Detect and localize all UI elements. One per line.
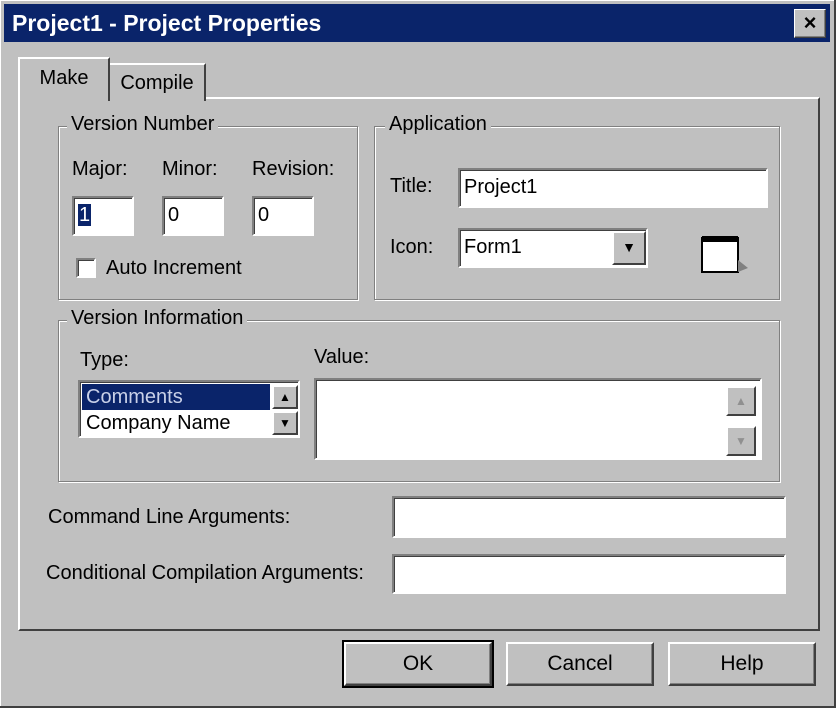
list-item[interactable]: Comments <box>82 384 270 410</box>
app-title-value: Project1 <box>464 176 538 198</box>
help-button-label: Help <box>720 652 764 675</box>
ok-button-label: OK <box>402 652 434 675</box>
version-information-group-title: Version Information <box>67 307 248 330</box>
chevron-down-icon: ▼ <box>622 239 636 255</box>
major-value: 1 <box>78 204 92 226</box>
revision-label: Revision: <box>252 158 335 180</box>
app-title-label: Title: <box>390 175 433 197</box>
tab-make[interactable]: Make <box>18 57 110 101</box>
close-button[interactable]: × <box>794 9 826 38</box>
revision-input[interactable]: 0 <box>252 196 314 236</box>
form-icon <box>701 236 748 273</box>
type-label: Type: <box>80 349 129 371</box>
conditional-compilation-input[interactable] <box>392 554 786 594</box>
value-scroll-up-button[interactable]: ▲ <box>726 386 756 416</box>
value-textarea[interactable]: ▲ ▼ <box>314 378 762 460</box>
revision-value: 0 <box>258 204 270 226</box>
ok-button[interactable]: OK <box>342 640 494 688</box>
window-title: Project1 - Project Properties <box>12 10 322 36</box>
app-title-input[interactable]: Project1 <box>458 168 768 208</box>
application-group-title: Application <box>385 113 491 136</box>
value-scroll-down-button[interactable]: ▼ <box>726 426 756 456</box>
major-label: Major: <box>72 158 128 180</box>
cancel-button-label: Cancel <box>547 652 613 675</box>
command-line-input[interactable] <box>392 496 786 538</box>
type-scroll-up-button[interactable]: ▲ <box>272 385 298 409</box>
icon-dropdown-button[interactable]: ▼ <box>612 231 646 265</box>
help-button[interactable]: Help <box>668 642 816 686</box>
close-icon: × <box>803 10 817 35</box>
arrow-up-icon: ▲ <box>735 394 747 408</box>
title-bar[interactable]: Project1 - Project Properties × <box>4 4 830 42</box>
auto-increment-label[interactable]: Auto Increment <box>106 257 242 280</box>
type-option-label: Comments <box>86 386 183 408</box>
app-icon-value: Form1 <box>464 236 522 258</box>
tab-make-label: Make <box>39 67 89 89</box>
conditional-compilation-label: Conditional Compilation Arguments: <box>46 562 364 584</box>
minor-label: Minor: <box>162 158 218 180</box>
major-input[interactable]: 1 <box>72 196 134 236</box>
auto-increment-checkbox[interactable] <box>76 258 96 278</box>
command-line-label: Command Line Arguments: <box>48 506 291 528</box>
minor-value: 0 <box>168 204 180 226</box>
version-number-group-title: Version Number <box>67 113 219 136</box>
type-option-label: Company Name <box>86 412 231 434</box>
tab-compile-label: Compile <box>120 72 194 94</box>
list-item[interactable]: Company Name <box>82 410 270 436</box>
minor-input[interactable]: 0 <box>162 196 224 236</box>
type-listbox[interactable]: Comments Company Name ▲ ▼ <box>78 380 300 438</box>
project-properties-dialog: Project1 - Project Properties × Make Com… <box>0 0 836 708</box>
type-scroll-down-button[interactable]: ▼ <box>272 411 298 435</box>
tab-compile[interactable]: Compile <box>108 63 206 101</box>
arrow-down-icon: ▼ <box>735 434 747 448</box>
cancel-button[interactable]: Cancel <box>506 642 654 686</box>
value-label: Value: <box>314 346 370 368</box>
arrow-down-icon: ▼ <box>279 416 291 430</box>
app-icon-label: Icon: <box>390 236 434 258</box>
arrow-up-icon: ▲ <box>279 390 291 404</box>
